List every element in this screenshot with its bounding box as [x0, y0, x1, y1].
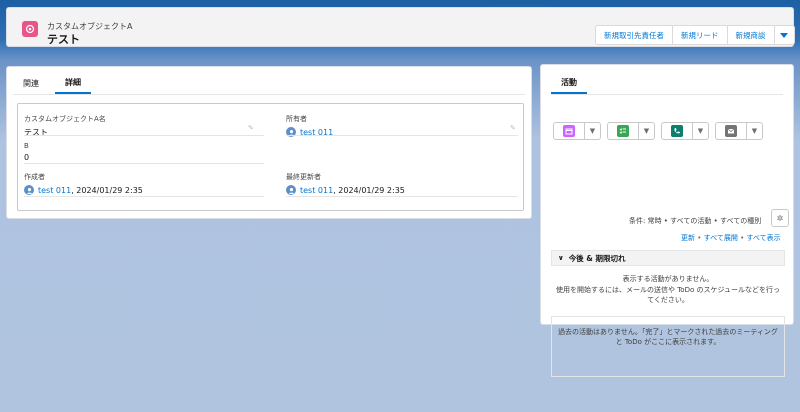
modified-date: , 2024/01/29 2:35	[333, 185, 405, 195]
field-modified-by-value: test 011 , 2024/01/29 2:35	[286, 185, 405, 195]
field-name-label: カスタムオブジェクトA名	[24, 115, 106, 123]
field-owner: 所有者 test 011	[286, 114, 333, 137]
divider	[24, 135, 264, 136]
past-activity-section	[551, 317, 785, 377]
divider	[286, 196, 518, 197]
field-modified-by: 最終更新者 test 011 , 2024/01/29 2:35	[286, 172, 405, 195]
call-icon	[671, 125, 683, 137]
tab-activity[interactable]: 活動	[551, 72, 587, 94]
created-by-link[interactable]: test 011	[38, 186, 71, 195]
tab-related[interactable]: 関連	[13, 73, 49, 94]
log-call-group: ▼	[661, 122, 709, 140]
activity-card: 活動 ▼ ▼ ▼ ▼ 条件: 常時 • すべての活動 • すべての種別 ✲ 更新…	[540, 64, 794, 377]
record-title: テスト	[47, 33, 80, 46]
edit-pencil-icon[interactable]: ✎	[248, 124, 254, 132]
change-owner-icon[interactable]: ✎	[510, 124, 516, 132]
refresh-link[interactable]: 更新	[681, 234, 695, 242]
field-created-by-value: test 011 , 2024/01/29 2:35	[24, 185, 143, 195]
chevron-down-icon	[780, 32, 788, 38]
chevron-down-icon: ∨	[558, 254, 564, 262]
email-button[interactable]	[715, 122, 747, 140]
field-created-by: 作成者 test 011 , 2024/01/29 2:35	[24, 172, 143, 195]
modified-by-link[interactable]: test 011	[300, 186, 333, 195]
new-event-group: ▼	[553, 122, 601, 140]
upcoming-title: 今後 & 期限切れ	[568, 253, 626, 263]
email-icon	[725, 125, 737, 137]
custom-object-icon	[22, 21, 38, 37]
past-empty-msg-line2: と ToDo がここに表示されます。	[615, 338, 721, 346]
detail-section: カスタムオブジェクトA名 テスト ✎ 所有者 test 011 ✎ B 0 作成…	[17, 103, 524, 211]
event-icon	[563, 125, 575, 137]
upcoming-empty-msg: 表示する活動がありません。	[622, 275, 714, 283]
new-lead-button[interactable]: 新規リード	[672, 25, 728, 45]
new-task-group: ▼	[607, 122, 655, 140]
task-icon	[617, 125, 629, 137]
filter-settings-button[interactable]: ✲	[771, 209, 789, 227]
upcoming-help-msg-line2: てください。	[647, 296, 689, 304]
log-call-dropdown[interactable]: ▼	[693, 122, 709, 140]
divider	[24, 196, 264, 197]
record-detail-card: 関連 詳細 カスタムオブジェクトA名 テスト ✎ 所有者 test 011 ✎ …	[6, 66, 532, 219]
upcoming-overdue-header[interactable]: ∨ 今後 & 期限切れ	[551, 250, 785, 266]
gear-icon: ✲	[776, 213, 784, 223]
tab-details[interactable]: 詳細	[55, 73, 91, 94]
email-dropdown[interactable]: ▼	[747, 122, 763, 140]
record-header: カスタムオブジェクトA テスト 新規取引先責任者 新規リード 新規商談	[6, 7, 795, 47]
new-event-dropdown[interactable]: ▼	[585, 122, 601, 140]
header-action-buttons: 新規取引先責任者 新規リード 新規商談	[595, 25, 795, 45]
field-b-value: 0	[24, 153, 30, 162]
user-avatar-icon	[24, 185, 34, 195]
email-group: ▼	[715, 122, 763, 140]
new-event-button[interactable]	[553, 122, 585, 140]
activity-links: 更新 • すべて展開 • すべて表示	[681, 234, 781, 242]
record-tabs: 関連 詳細	[13, 73, 525, 95]
field-modified-by-label: 最終更新者	[286, 173, 321, 181]
divider	[24, 163, 264, 164]
divider	[286, 135, 518, 136]
expand-all-link[interactable]: すべて展開	[704, 234, 738, 242]
activity-filter-text: 条件: 常時 • すべての活動 • すべての種別	[629, 217, 762, 225]
new-task-button[interactable]	[607, 122, 639, 140]
created-date: , 2024/01/29 2:35	[71, 185, 143, 195]
field-b: B 0	[24, 142, 29, 162]
field-b-label: B	[24, 142, 29, 150]
log-call-button[interactable]	[661, 122, 693, 140]
past-empty-msg-line1: 過去の活動はありません。「完了」とマークされた過去のミーティング	[558, 328, 778, 336]
new-task-dropdown[interactable]: ▼	[639, 122, 655, 140]
more-actions-button[interactable]	[773, 25, 795, 45]
field-name-value: テスト	[24, 128, 48, 137]
field-created-by-label: 作成者	[24, 173, 45, 181]
upcoming-help-msg-line1: 使用を開始するには、メールの送信や ToDo のスケジュールなどを行っ	[555, 286, 780, 294]
user-avatar-icon	[286, 185, 296, 195]
divider	[551, 94, 783, 95]
field-owner-label: 所有者	[286, 115, 307, 123]
new-contact-button[interactable]: 新規取引先責任者	[595, 25, 673, 45]
new-opportunity-button[interactable]: 新規商談	[726, 25, 775, 45]
view-all-link[interactable]: すべて表示	[746, 234, 780, 242]
